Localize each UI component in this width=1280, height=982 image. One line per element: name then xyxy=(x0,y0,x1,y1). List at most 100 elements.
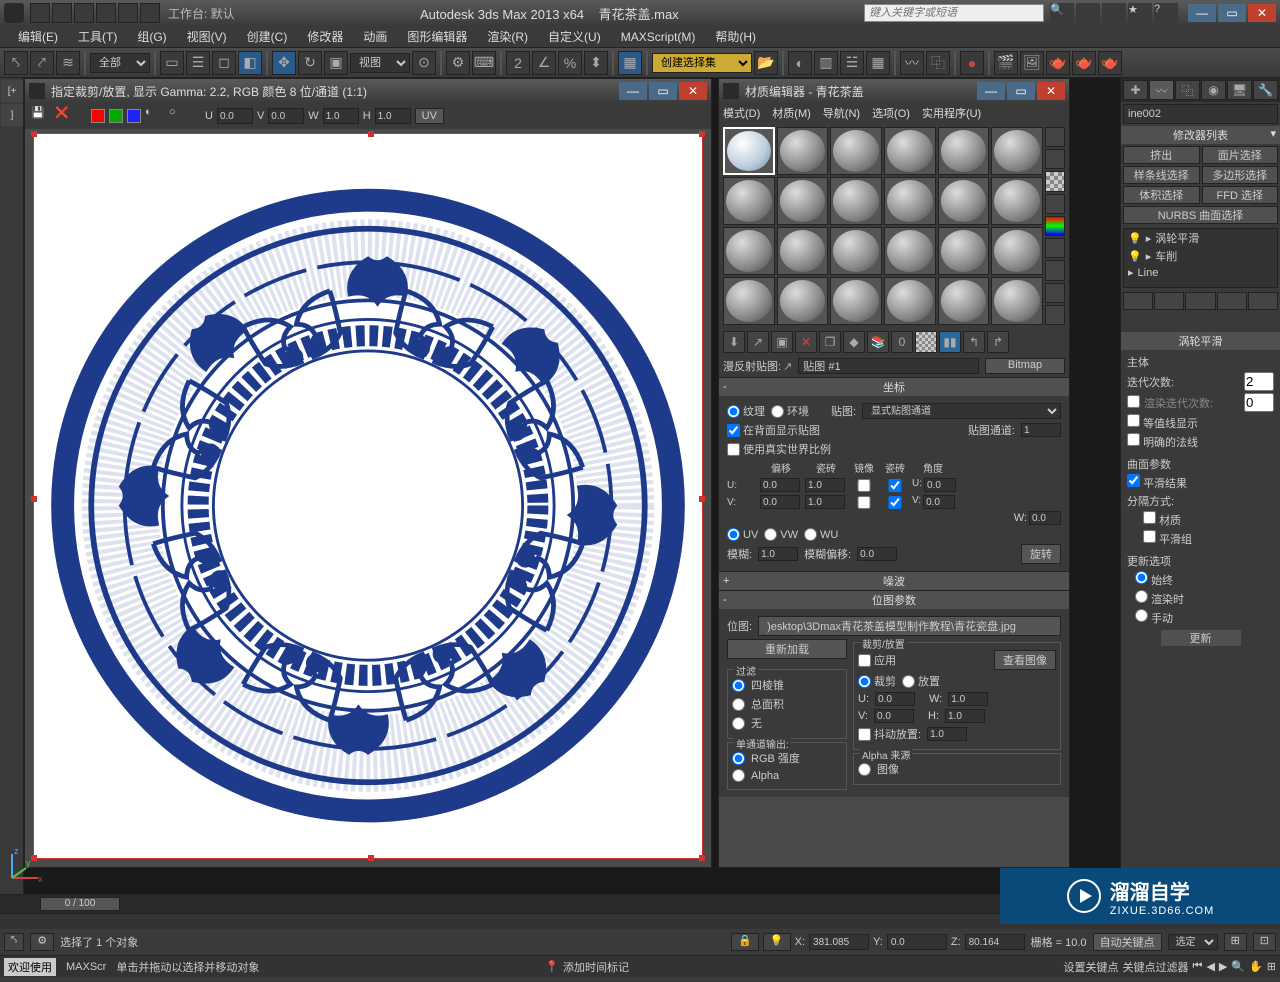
x-input[interactable] xyxy=(809,934,869,950)
mono-toggle-icon[interactable]: ○ xyxy=(169,106,189,126)
material-slot-22[interactable] xyxy=(884,277,936,325)
save-image-icon[interactable]: 💾 xyxy=(31,106,51,126)
red-swatch[interactable] xyxy=(91,109,105,123)
on-render-radio[interactable]: 渲染时 xyxy=(1135,590,1184,607)
noise-header[interactable]: +噪波 xyxy=(719,572,1069,590)
sb-scripts-icon[interactable]: ⚙ xyxy=(30,933,54,951)
turbosmooth-header[interactable]: 涡轮平滑 xyxy=(1121,332,1280,350)
alpha-toggle-icon[interactable]: ◐ xyxy=(145,106,165,126)
texture-radio[interactable]: 纹理 xyxy=(727,403,765,419)
material-editor-titlebar[interactable]: 材质编辑器 - 青花茶盖 — ▭ ✕ xyxy=(719,79,1069,103)
material-editor-icon[interactable]: ● xyxy=(960,51,984,75)
place-radio[interactable]: 放置 xyxy=(902,673,940,689)
alpha-radio[interactable]: Alpha xyxy=(732,769,842,782)
make-unique-stack-icon[interactable] xyxy=(1185,292,1215,310)
u-angle-spinner[interactable] xyxy=(924,478,956,492)
w-angle-spinner[interactable] xyxy=(1029,511,1061,525)
render-iter-spinner[interactable] xyxy=(1244,393,1274,412)
pick-icon[interactable]: ↗ xyxy=(783,360,792,373)
bitmap-path-button[interactable]: )esktop\3Dmax青花茶盖模型制作教程\青花瓷盘.jpg xyxy=(758,616,1061,636)
pivot-icon[interactable]: ⊙ xyxy=(412,51,436,75)
patch-select-button[interactable]: 面片选择 xyxy=(1202,146,1279,164)
select-by-mat-icon[interactable] xyxy=(1045,283,1065,303)
stack-line[interactable]: ▸Line xyxy=(1124,265,1277,280)
qat-link-icon[interactable] xyxy=(140,3,160,23)
material-slot-21[interactable] xyxy=(830,277,882,325)
render-prod-icon[interactable]: 🫖 xyxy=(1072,51,1096,75)
make-preview-icon[interactable] xyxy=(1045,238,1065,258)
motion-tab-icon[interactable]: ◉ xyxy=(1201,80,1226,100)
blur-spinner[interactable] xyxy=(758,547,798,561)
crop-radio[interactable]: 裁剪 xyxy=(858,673,896,689)
key-filter-button[interactable]: 关键点过滤器 xyxy=(1123,959,1189,975)
play-prev-icon[interactable]: ◀ xyxy=(1206,960,1214,973)
play-icon[interactable]: ▶ xyxy=(1219,960,1227,973)
align-icon[interactable]: ▥ xyxy=(814,51,838,75)
show-end-result-icon[interactable]: ▮▮ xyxy=(939,331,961,353)
material-slot-8[interactable] xyxy=(777,177,829,225)
extrude-button[interactable]: 挤出 xyxy=(1123,146,1200,164)
qat-save-icon[interactable] xyxy=(74,3,94,23)
edged-faces-icon[interactable]: ▦ xyxy=(618,51,642,75)
always-radio[interactable]: 始终 xyxy=(1135,571,1173,588)
bitmap-header[interactable]: -位图参数 xyxy=(719,591,1069,609)
play-start-icon[interactable]: ⏮ xyxy=(1193,960,1203,973)
clone-icon[interactable]: ❌ xyxy=(55,106,75,126)
object-name-input[interactable]: ine002 xyxy=(1123,104,1278,124)
real-world-checkbox[interactable]: 使用真实世界比例 xyxy=(727,441,831,457)
app-icon[interactable] xyxy=(4,3,24,23)
named-selection-dropdown[interactable]: 创建选择集 xyxy=(652,53,752,73)
set-key-button[interactable]: 设置关键点 xyxy=(1064,959,1119,975)
mapping-dropdown[interactable]: 显式贴图通道 xyxy=(862,403,1061,419)
crop-maximize-button[interactable]: ▭ xyxy=(649,82,677,100)
crop-close-button[interactable]: ✕ xyxy=(679,82,707,100)
snap-2d-icon[interactable]: 2 xyxy=(506,51,530,75)
maximize-button[interactable]: ▭ xyxy=(1218,4,1246,22)
show-end-icon[interactable] xyxy=(1154,292,1184,310)
add-time-marker-label[interactable]: 添加时间标记 xyxy=(563,959,629,975)
qat-redo-icon[interactable] xyxy=(118,3,138,23)
smooth-result-checkbox[interactable]: 平滑结果 xyxy=(1127,474,1187,491)
u-mirror-checkbox[interactable] xyxy=(850,479,878,492)
crop-minimize-button[interactable]: — xyxy=(619,82,647,100)
link-icon[interactable]: ⤣ xyxy=(4,51,28,75)
material-checkbox[interactable]: 材质 xyxy=(1143,511,1181,528)
pyramidal-radio[interactable]: 四棱锥 xyxy=(732,677,842,693)
schematic-icon[interactable]: ⿻ xyxy=(926,51,950,75)
uv-tiling-icon[interactable] xyxy=(1045,194,1065,214)
mat-menu-utilities[interactable]: 实用程序(U) xyxy=(922,105,981,121)
material-type-button[interactable]: Bitmap xyxy=(985,358,1065,374)
put-to-scene-icon[interactable]: ↗ xyxy=(747,331,769,353)
put-to-lib-icon[interactable]: 📚 xyxy=(867,331,889,353)
search-icon[interactable]: 🔍 xyxy=(1050,3,1074,23)
jitter-spinner[interactable] xyxy=(927,727,967,741)
configure-sets-icon[interactable] xyxy=(1248,292,1278,310)
add-marker-icon[interactable]: 📍 xyxy=(545,960,559,973)
crop-canvas[interactable] xyxy=(33,133,703,859)
mirror-icon[interactable]: ◐ xyxy=(788,51,812,75)
mat-menu-options[interactable]: 选项(O) xyxy=(872,105,910,121)
material-slot-1[interactable] xyxy=(723,127,775,175)
mat-map-nav-icon[interactable] xyxy=(1045,305,1065,325)
reload-button[interactable]: 重新加载 xyxy=(727,639,847,659)
keyboard-icon[interactable]: ⌨ xyxy=(472,51,496,75)
mat-menu-navigate[interactable]: 导航(N) xyxy=(823,105,860,121)
plus-icon[interactable]: [+ xyxy=(1,80,23,102)
time-slider-handle[interactable]: 0 / 100 xyxy=(40,897,120,911)
display-tab-icon[interactable]: 🖥 xyxy=(1227,80,1252,100)
bind-icon[interactable]: ≋ xyxy=(56,51,80,75)
material-slot-13[interactable] xyxy=(723,227,775,275)
material-slot-16[interactable] xyxy=(884,227,936,275)
manual-radio[interactable]: 手动 xyxy=(1135,609,1173,626)
wu-radio[interactable]: WU xyxy=(804,528,838,541)
material-slot-14[interactable] xyxy=(777,227,829,275)
qat-new-icon[interactable] xyxy=(30,3,50,23)
y-input[interactable] xyxy=(887,934,947,950)
reset-icon[interactable]: ✕ xyxy=(795,331,817,353)
isolate-icon[interactable]: 💡 xyxy=(763,933,791,951)
u-offset-spinner[interactable] xyxy=(760,478,800,492)
z-input[interactable] xyxy=(965,934,1025,950)
manipulate-icon[interactable]: ⚙ xyxy=(446,51,470,75)
v-spinner[interactable] xyxy=(268,108,304,124)
smoothgrp-checkbox[interactable]: 平滑组 xyxy=(1143,530,1192,547)
